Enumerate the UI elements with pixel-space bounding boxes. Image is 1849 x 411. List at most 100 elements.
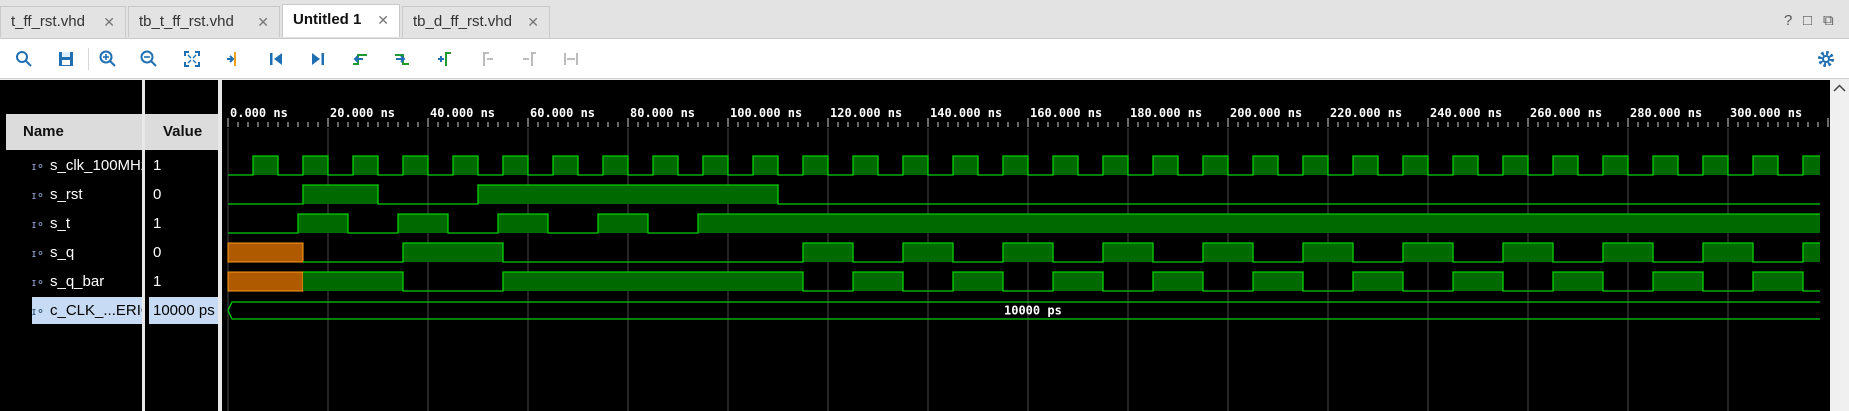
- high-level-fill: [1553, 156, 1578, 175]
- waveform-s-q: [303, 242, 1820, 263]
- signal-name-panel: Name ɪ⚬ s_clk_100MHz ɪ⚬ s_rst ɪ⚬ s_t ɪ⚬ s_q …: [6, 80, 142, 411]
- tab-tb-t-ff-rst[interactable]: tb_t_ff_rst.vhd ✕: [128, 6, 280, 37]
- ruler-label: 300.000 ns: [1730, 106, 1802, 120]
- vertical-scrollbar[interactable]: [1830, 80, 1849, 411]
- signal-value: 0: [153, 186, 162, 203]
- high-level-fill: [1303, 156, 1328, 175]
- tab-tb-d-ff-rst[interactable]: tb_d_ff_rst.vhd ✕: [402, 6, 550, 37]
- high-level-fill: [753, 156, 778, 175]
- high-level-fill: [403, 156, 428, 175]
- high-level-fill: [353, 156, 378, 175]
- signal-icon: ɪ⚬: [32, 248, 46, 260]
- high-level-fill: [1153, 156, 1178, 175]
- swap-cursors-icon[interactable]: [562, 50, 580, 68]
- help-icon[interactable]: ?: [1784, 12, 1792, 29]
- signal-row-s-q-bar[interactable]: ɪ⚬ s_q_bar: [32, 268, 142, 295]
- high-level-fill: [1103, 156, 1128, 175]
- high-level-fill: [803, 243, 853, 262]
- high-level-fill: [1703, 243, 1753, 262]
- high-level-fill: [1453, 156, 1478, 175]
- ruler-label: 60.000 ns: [530, 106, 595, 120]
- signal-value: 1: [153, 157, 162, 174]
- signal-icon: ɪ⚬: [32, 306, 46, 318]
- waveform-canvas[interactable]: 0.000 ns 20.000 ns 40.000 ns 60.000 ns 80.00…: [222, 80, 1830, 411]
- high-level-fill: [803, 156, 828, 175]
- scroll-up-arrow-icon: [1833, 84, 1846, 92]
- tab-t-ff-rst[interactable]: t_ff_rst.vhd ✕: [0, 6, 126, 37]
- settings-gear-icon[interactable]: [1817, 50, 1835, 68]
- high-level-fill: [1553, 272, 1603, 291]
- tab-label: tb_t_ff_rst.vhd: [139, 13, 234, 30]
- waveform-s-rst: [228, 184, 1820, 205]
- high-level-fill: [698, 214, 1820, 233]
- high-level-fill: [1603, 156, 1628, 175]
- high-level-fill: [303, 272, 403, 291]
- go-to-last-time-icon[interactable]: [309, 50, 327, 68]
- signal-icon: ɪ⚬: [32, 277, 46, 289]
- ruler-label: 200.000 ns: [1230, 106, 1302, 120]
- signal-value-selected[interactable]: 10000 ps: [149, 297, 219, 324]
- ruler-label: 280.000 ns: [1630, 106, 1702, 120]
- ruler-label: 100.000 ns: [730, 106, 802, 120]
- zoom-fit-icon[interactable]: [183, 50, 201, 68]
- float-window-icon[interactable]: ⧉: [1823, 12, 1834, 29]
- high-level-fill: [1453, 272, 1503, 291]
- high-level-fill: [1503, 156, 1528, 175]
- ruler-label: 220.000 ns: [1330, 106, 1402, 120]
- previous-transition-icon[interactable]: [351, 50, 369, 68]
- signal-value: 1: [153, 215, 162, 232]
- high-level-fill: [1003, 243, 1053, 262]
- ruler-label: 80.000 ns: [630, 106, 695, 120]
- next-transition-icon[interactable]: [393, 50, 411, 68]
- search-icon[interactable]: [15, 50, 33, 68]
- name-column-header[interactable]: Name: [6, 114, 142, 150]
- high-level-fill: [503, 156, 528, 175]
- signal-row-s-rst[interactable]: ɪ⚬ s_rst: [32, 181, 142, 208]
- close-icon[interactable]: ✕: [377, 5, 389, 35]
- minimize-icon[interactable]: □: [1803, 12, 1812, 29]
- zoom-out-icon[interactable]: [140, 50, 158, 68]
- go-to-time-zero-icon[interactable]: [267, 50, 285, 68]
- signal-row-c-clk-period[interactable]: ɪ⚬ c_CLK_...ERIOD: [32, 297, 142, 324]
- high-level-fill: [1403, 156, 1428, 175]
- save-icon[interactable]: [57, 50, 75, 68]
- high-level-fill: [1253, 272, 1303, 291]
- high-level-fill: [303, 156, 328, 175]
- signal-icon: ɪ⚬: [32, 219, 46, 231]
- signal-row-s-t[interactable]: ɪ⚬ s_t: [32, 210, 142, 237]
- signal-name: s_clk_100MHz: [50, 157, 142, 174]
- high-level-fill: [903, 156, 928, 175]
- high-level-fill: [453, 156, 478, 175]
- high-level-fill: [1803, 243, 1820, 262]
- high-level-fill: [403, 243, 503, 262]
- signal-row-s-q[interactable]: ɪ⚬ s_q: [32, 239, 142, 266]
- ruler-label: 240.000 ns: [1430, 106, 1502, 120]
- close-icon[interactable]: ✕: [527, 7, 539, 37]
- editor-tab-bar: t_ff_rst.vhd ✕ tb_t_ff_rst.vhd ✕ Untitle…: [0, 0, 1849, 39]
- add-marker-icon[interactable]: [436, 50, 454, 68]
- signal-row-s-clk-100mhz[interactable]: ɪ⚬ s_clk_100MHz: [32, 152, 142, 179]
- high-level-fill: [1303, 243, 1353, 262]
- tab-label: Untitled 1: [293, 11, 362, 28]
- unknown-state: [227, 242, 304, 263]
- close-icon[interactable]: ✕: [103, 7, 115, 37]
- ruler-label: 160.000 ns: [1030, 106, 1102, 120]
- go-to-cursor-icon[interactable]: [225, 50, 243, 68]
- high-level-fill: [1353, 156, 1378, 175]
- value-column-header[interactable]: Value: [145, 114, 218, 150]
- ruler-label: 120.000 ns: [830, 106, 902, 120]
- high-level-fill: [1753, 156, 1778, 175]
- zoom-in-icon[interactable]: [99, 50, 117, 68]
- close-icon[interactable]: ✕: [257, 7, 269, 37]
- previous-marker-icon[interactable]: [478, 50, 496, 68]
- next-marker-icon[interactable]: [520, 50, 538, 68]
- ruler-label: 20.000 ns: [330, 106, 395, 120]
- high-level-fill: [1053, 272, 1103, 291]
- tab-label: t_ff_rst.vhd: [11, 13, 85, 30]
- high-level-fill: [553, 156, 578, 175]
- signal-value: 1: [153, 273, 162, 290]
- tab-untitled-1[interactable]: Untitled 1 ✕: [282, 4, 400, 37]
- high-level-fill: [1353, 272, 1403, 291]
- signal-icon: ɪ⚬: [32, 190, 46, 202]
- high-level-fill: [1253, 156, 1278, 175]
